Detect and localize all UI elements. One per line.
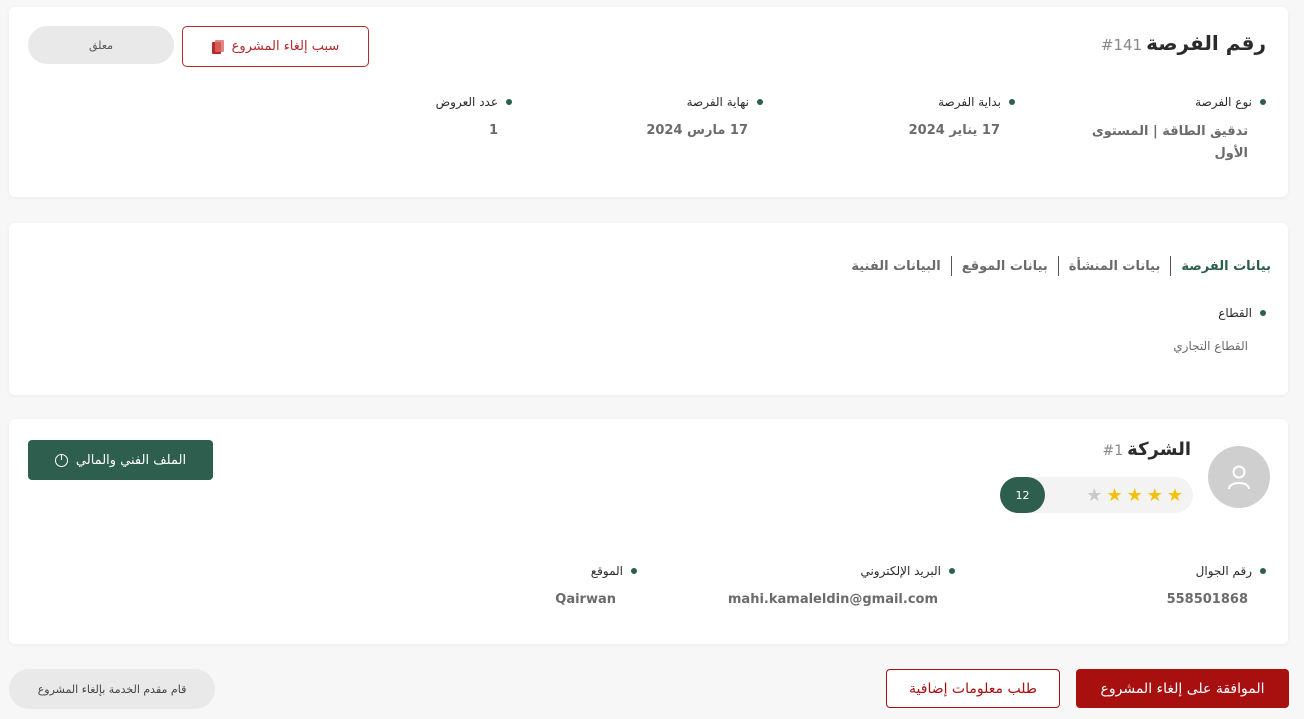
sector-label-text: القطاع [1218,306,1252,320]
sector-value: القطاع التجاري [1173,339,1248,353]
request-more-info-button[interactable]: طلب معلومات إضافية [886,669,1060,708]
location-label: الموقع [591,564,637,578]
opportunity-number: #141 [1100,36,1143,54]
tab-opportunity-data[interactable]: بيانات الفرصة [1171,259,1271,274]
company-title: الشركة [1127,439,1191,460]
cancel-reason-label: سبب إلغاء المشروع [231,39,340,54]
provider-cancelled-status: قام مقدم الخدمة بإلغاء المشروع [9,669,215,709]
tab-facility-data[interactable]: بيانات المنشأة [1059,259,1171,274]
rating-widget: ★ ★ ★ ★ ★ 12 [1000,477,1193,513]
star-icon: ★ [1106,484,1123,506]
opportunity-start-label: بداية الفرصة [938,95,1015,109]
bullet-dot-icon [1260,99,1266,105]
bullet-dot-icon [757,99,763,105]
tab-site-data[interactable]: بيانات الموقع [952,259,1058,274]
star-icon: ★ [1166,484,1183,506]
tab-bar: بيانات الفرصة بيانات المنشأة بيانات المو… [841,256,1271,276]
tab-divider [1170,256,1172,276]
bullet-dot-icon [1260,310,1266,316]
tab-technical-data[interactable]: البيانات الفنية [841,259,950,274]
offers-count-value: 1 [488,123,498,138]
opportunity-end-label-text: نهاية الفرصة [686,95,749,109]
rating-stars: ★ ★ ★ ★ ★ [1086,477,1183,513]
status-badge: معلق [28,26,174,64]
email-label: البريد الإلكتروني [860,564,955,578]
star-empty-icon: ★ [1086,484,1103,506]
location-value: Qairwan [555,592,616,607]
email-value: mahi.kamaleldin@gmail.com [727,592,938,607]
cancel-reason-button[interactable]: سبب إلغاء المشروع [182,26,369,67]
tab-divider [1057,256,1059,276]
phone-label: رقم الجوال [1196,564,1266,578]
company-title-line: الشركة #1 [1103,439,1191,460]
bullet-dot-icon [506,99,512,105]
email-label-text: البريد الإلكتروني [860,564,941,578]
tab-divider [950,256,952,276]
bullet-dot-icon [1260,568,1266,574]
avatar [1208,446,1270,508]
company-number: #1 [1102,443,1124,459]
phone-value: 558501868 [1166,592,1248,607]
opportunity-type-value: تدقيق الطاقة | المستوى الأول [1091,124,1248,161]
offers-count-label-text: عدد العروض [435,95,498,109]
star-icon: ★ [1146,484,1163,506]
opportunity-end-label: نهاية الفرصة [687,95,763,109]
pie-chart-icon [54,453,68,467]
star-icon: ★ [1126,484,1143,506]
user-icon [1228,465,1250,490]
opportunity-start-value: 17 يناير 2024 [908,123,1000,138]
opportunity-type-label: نوع الفرصة [1195,95,1266,109]
opportunity-type-label-text: نوع الفرصة [1195,95,1252,109]
bullet-dot-icon [949,568,955,574]
company-card: الشركة #1 ★ ★ ★ ★ ★ 12 الملف الفني والما… [9,419,1288,644]
phone-label-text: رقم الجوال [1195,564,1252,578]
file-button-label: الملف الفني والمالي [75,452,187,468]
location-label-text: الموقع [590,564,623,578]
sector-label: القطاع [1218,306,1266,320]
offers-count-label: عدد العروض [436,95,512,109]
details-tabs-card: بيانات الفرصة بيانات المنشأة بيانات المو… [9,223,1288,395]
technical-financial-file-button[interactable]: الملف الفني والمالي [28,440,213,480]
page-title: رقم الفرصة [1146,31,1266,55]
bullet-dot-icon [631,568,637,574]
approve-cancellation-button[interactable]: الموافقة على إلغاء المشروع [1076,669,1289,708]
opportunity-title-line: رقم الفرصة #141 [1101,31,1266,55]
opportunity-card: رقم الفرصة #141 معلق سبب إلغاء المشروع ن… [9,7,1288,197]
document-copy-icon [211,39,224,54]
opportunity-end-value: 17 مارس 2024 [646,123,748,138]
rating-count-badge: 12 [1000,477,1045,513]
bullet-dot-icon [1009,99,1015,105]
opportunity-start-label-text: بداية الفرصة [938,95,1001,109]
